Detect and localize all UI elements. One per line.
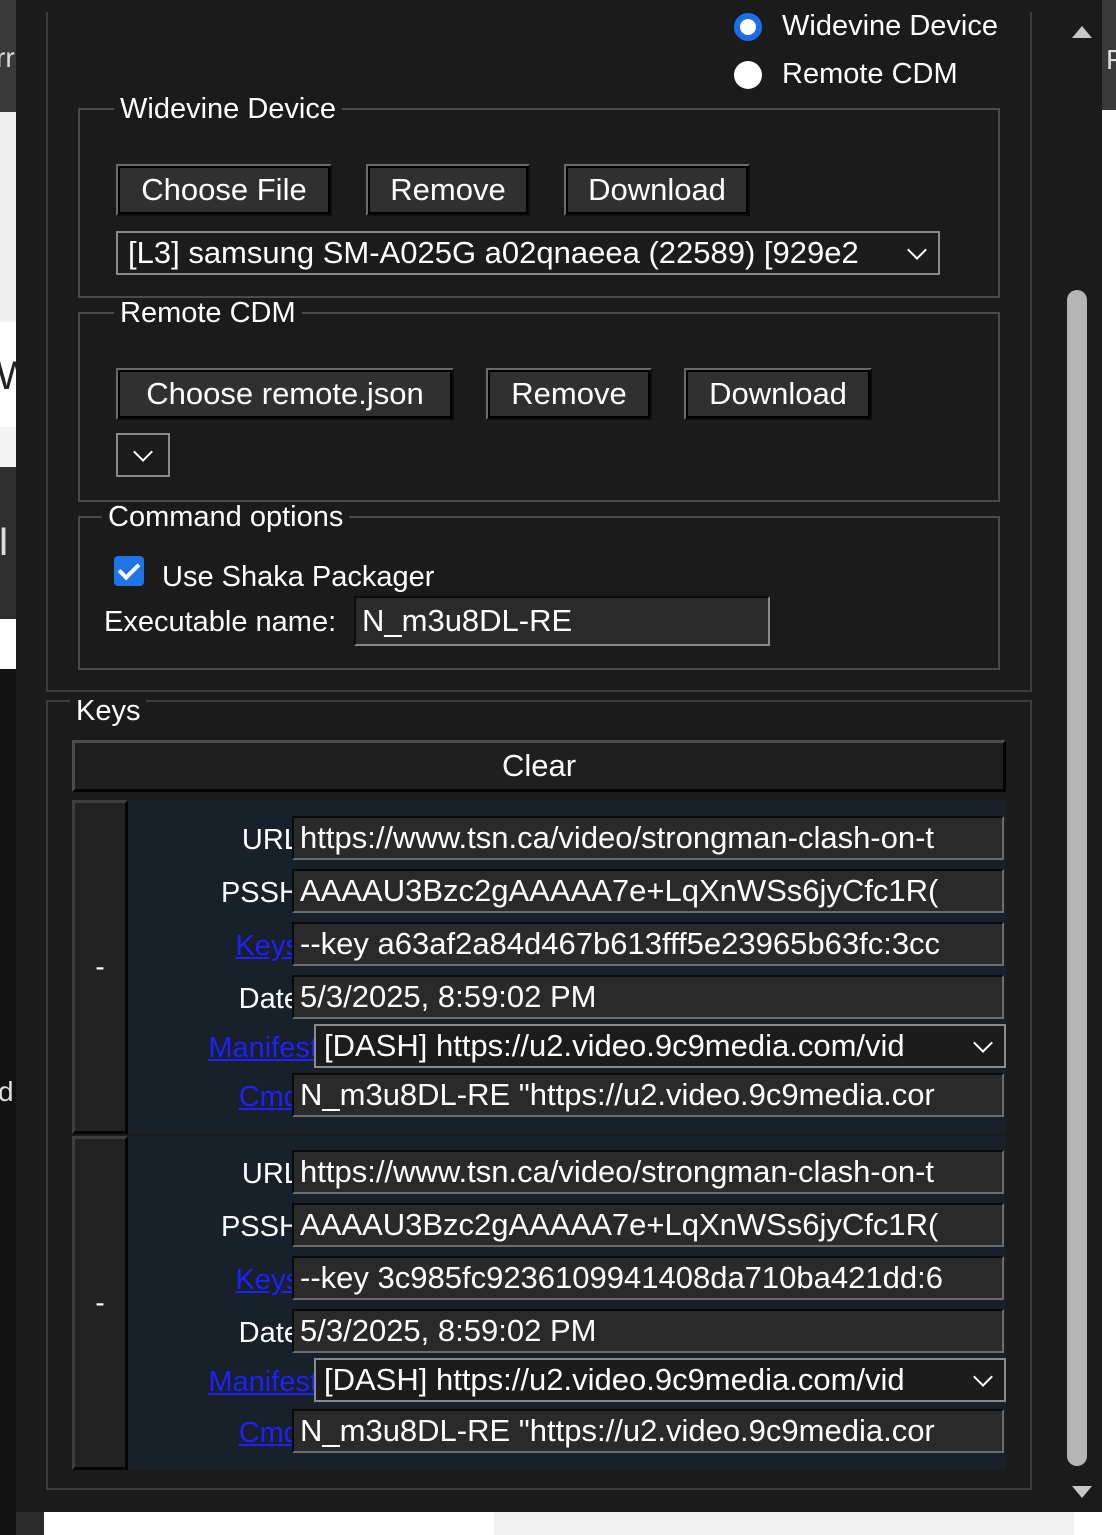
chevron-down-icon <box>973 1367 993 1387</box>
background-fragment: d <box>0 1076 14 1107</box>
key-entry: - URL: https://www.tsn.ca/video/strongma… <box>72 800 1006 1134</box>
manifest-select[interactable]: [DASH] https://u2.video.9c9media.com/vid <box>314 1358 1006 1402</box>
executable-name-label: Executable name: <box>104 606 337 638</box>
background-fragment: F <box>1106 44 1116 75</box>
remote-cdm-legend: Remote CDM <box>120 297 296 329</box>
url-field[interactable]: https://www.tsn.ca/video/strongman-clash… <box>292 816 1004 860</box>
pssh-field[interactable]: AAAAU3Bzc2gAAAAA7e+LqXnWSs6jyCfc1R( <box>292 869 1004 913</box>
cmd-field[interactable]: N_m3u8DL-RE "https://u2.video.9c9media.c… <box>292 1073 1004 1117</box>
manifest-select[interactable]: [DASH] https://u2.video.9c9media.com/vid <box>314 1024 1006 1068</box>
widevine-remove-button[interactable]: Remove <box>366 164 530 216</box>
scrollbar[interactable] <box>1062 0 1102 1512</box>
scrollbar-thumb[interactable] <box>1067 290 1087 1466</box>
background-fragment: rr <box>0 42 15 73</box>
date-field[interactable]: 5/3/2025, 8:59:02 PM <box>292 975 1004 1019</box>
manifest-select-value: [DASH] https://u2.video.9c9media.com/vid <box>324 1028 905 1063</box>
keys-field[interactable]: --key a63af2a84d467b613fff5e23965b63fc:3… <box>292 922 1004 966</box>
scroll-up-arrow-icon[interactable] <box>1072 26 1092 38</box>
key-entry: - URL: https://www.tsn.ca/video/strongma… <box>72 1136 1006 1470</box>
clear-keys-button[interactable]: Clear <box>72 740 1006 792</box>
chevron-down-icon <box>973 1033 993 1053</box>
command-options-legend: Command options <box>108 501 344 533</box>
use-shaka-label: Use Shaka Packager <box>162 561 435 593</box>
remove-entry-button[interactable]: - <box>72 1136 128 1470</box>
background-bottom-strip <box>44 1512 1116 1535</box>
widevine-download-button[interactable]: Download <box>564 164 750 216</box>
manifest-link[interactable]: Manifest: <box>208 1366 326 1399</box>
widevine-device-legend: Widevine Device <box>120 93 336 125</box>
choose-remote-json-button[interactable]: Choose remote.json <box>116 368 454 420</box>
url-field[interactable]: https://www.tsn.ca/video/strongman-clash… <box>292 1150 1004 1194</box>
remove-entry-button[interactable]: - <box>72 800 128 1134</box>
remote-cdm-remove-button[interactable]: Remove <box>486 368 652 420</box>
scroll-down-arrow-icon[interactable] <box>1072 1486 1092 1498</box>
date-field[interactable]: 5/3/2025, 8:59:02 PM <box>292 1309 1004 1353</box>
executable-name-input[interactable]: N_m3u8DL-RE <box>354 596 770 646</box>
manifest-link[interactable]: Manifest: <box>208 1032 326 1065</box>
background-left-strip <box>0 0 16 1535</box>
chevron-down-icon <box>133 442 153 462</box>
widevine-device-select-value: [L3] samsung SM-A025G a02qnaeea (22589) … <box>128 235 859 270</box>
manifest-select-value: [DASH] https://u2.video.9c9media.com/vid <box>324 1362 905 1397</box>
pssh-field[interactable]: AAAAU3Bzc2gAAAAA7e+LqXnWSs6jyCfc1R( <box>292 1203 1004 1247</box>
remote-cdm-download-button[interactable]: Download <box>684 368 872 420</box>
widevine-device-select[interactable]: [L3] samsung SM-A025G a02qnaeea (22589) … <box>116 231 940 275</box>
cmd-field[interactable]: N_m3u8DL-RE "https://u2.video.9c9media.c… <box>292 1409 1004 1453</box>
chevron-down-icon <box>907 240 927 260</box>
keys-field[interactable]: --key 3c985fc9236109941408da710ba421dd:6 <box>292 1256 1004 1300</box>
background-right-strip <box>1102 0 1116 1535</box>
extension-popup: Widevine Device Remote CDM Widevine Devi… <box>16 0 1102 1512</box>
choose-file-button[interactable]: Choose File <box>116 164 332 216</box>
keys-legend: Keys <box>70 694 147 728</box>
use-shaka-checkbox[interactable] <box>114 556 144 586</box>
remote-cdm-select[interactable] <box>116 433 170 477</box>
background-fragment: I <box>0 520 10 564</box>
